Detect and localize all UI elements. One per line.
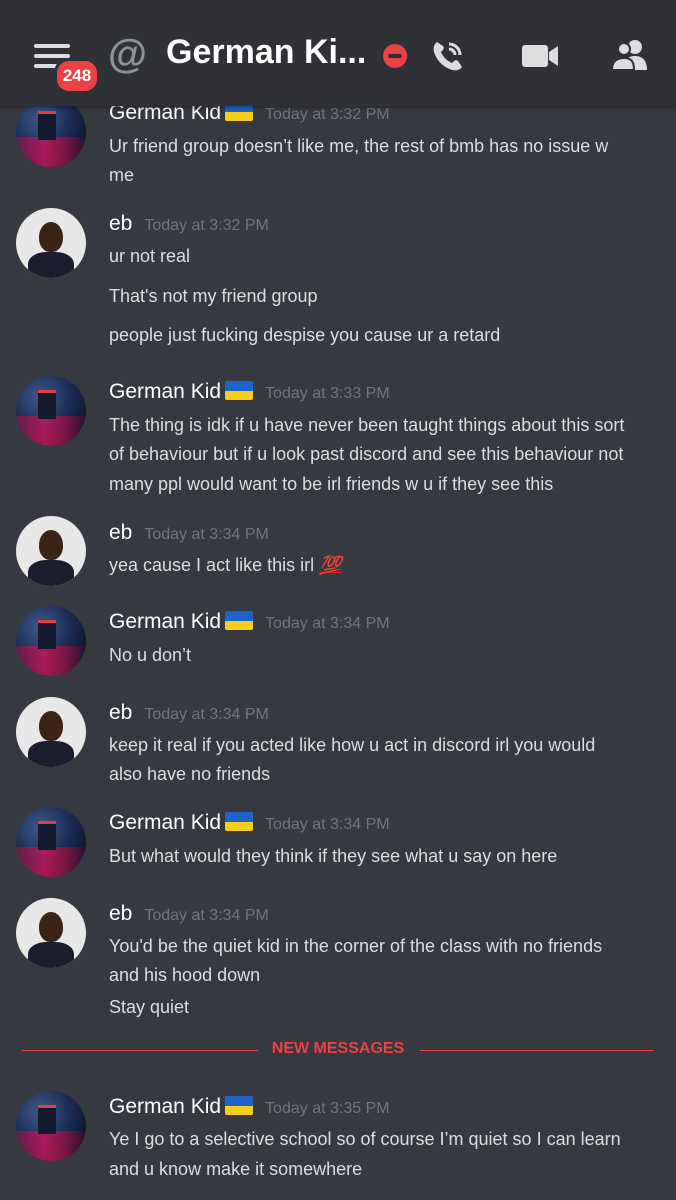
avatar[interactable] <box>16 376 86 446</box>
message-text: No u don’t <box>109 645 192 665</box>
notification-badge: 248 <box>54 58 100 94</box>
ukraine-flag-icon <box>225 381 254 400</box>
message-text: But what would they think if they see wh… <box>109 846 558 866</box>
100-emoji-icon: 💯 <box>319 555 342 575</box>
message-text: people just fucking despise you cause ur… <box>109 325 501 345</box>
avatar[interactable] <box>16 898 86 968</box>
message-text: and u know make it somewhere <box>109 1159 363 1179</box>
author-name[interactable]: German Kid <box>109 811 221 834</box>
message-timestamp: Today at 3:34 PM <box>265 615 390 632</box>
message-text: Stay quiet <box>109 997 190 1017</box>
dnd-status-icon <box>383 44 407 68</box>
avatar[interactable] <box>16 516 86 586</box>
avatar[interactable] <box>16 208 86 278</box>
author-name[interactable]: German Kid <box>109 380 221 403</box>
avatar[interactable] <box>16 97 86 167</box>
message-timestamp: Today at 3:34 PM <box>144 526 269 543</box>
message-timestamp: Today at 3:34 PM <box>144 706 269 723</box>
menu-icon <box>34 44 70 48</box>
message-text: You'd be the quiet kid in the corner of … <box>109 936 603 956</box>
message-text: of behaviour but if u look past discord … <box>109 444 624 464</box>
message-text: That's not my friend group <box>109 286 318 306</box>
message-text: ur not real <box>109 246 191 266</box>
message-text: keep it real if you acted like how u act… <box>109 735 596 755</box>
ukraine-flag-icon <box>225 611 254 630</box>
avatar[interactable] <box>16 1091 86 1161</box>
message-timestamp: Today at 3:34 PM <box>144 907 269 924</box>
channel-title[interactable]: German Ki... <box>166 33 366 72</box>
message-timestamp: Today at 3:32 PM <box>265 106 390 123</box>
author-name[interactable]: German Kid <box>109 1095 221 1118</box>
message-text-wrapper: yea cause I act like this irl 💯 <box>109 551 659 581</box>
avatar[interactable] <box>16 807 86 877</box>
message-timestamp: Today at 3:32 PM <box>144 217 269 234</box>
message-text: Ur friend group doesn’t like me, the res… <box>109 136 609 156</box>
ukraine-flag-icon <box>225 1096 254 1115</box>
message-text: and his hood down <box>109 965 261 985</box>
message-timestamp: Today at 3:33 PM <box>265 385 390 402</box>
message-text: yea cause I act like this irl <box>109 555 315 575</box>
message-text: Ye I go to a selective school so of cour… <box>109 1129 621 1149</box>
message-timestamp: Today at 3:35 PM <box>265 1100 390 1117</box>
ukraine-flag-icon <box>225 812 254 831</box>
message-text: me <box>109 165 135 185</box>
author-name[interactable]: German Kid <box>109 610 221 633</box>
video-icon[interactable] <box>520 36 560 76</box>
call-icon[interactable] <box>428 36 468 76</box>
author-name[interactable]: eb <box>109 521 132 544</box>
at-icon: @ <box>108 32 148 76</box>
avatar[interactable] <box>16 606 86 676</box>
new-messages-label: NEW MESSAGES <box>271 1040 405 1057</box>
avatar[interactable] <box>16 697 86 767</box>
author-name[interactable]: eb <box>109 212 132 235</box>
new-messages-divider: NEW MESSAGES <box>22 1040 654 1057</box>
message-text: many ppl would want to be irl friends w … <box>109 474 554 494</box>
message-text: also have no friends <box>109 764 271 784</box>
message-text: The thing is idk if u have never been ta… <box>109 415 625 435</box>
author-name[interactable]: eb <box>109 701 132 724</box>
author-name[interactable]: eb <box>109 902 132 925</box>
members-icon[interactable] <box>610 36 650 76</box>
message-timestamp: Today at 3:34 PM <box>265 816 390 833</box>
message-list[interactable]: German Kid Today at 3:32 PM Ur friend gro… <box>0 0 676 1200</box>
channel-header: 248 @ German Ki... <box>0 0 676 106</box>
